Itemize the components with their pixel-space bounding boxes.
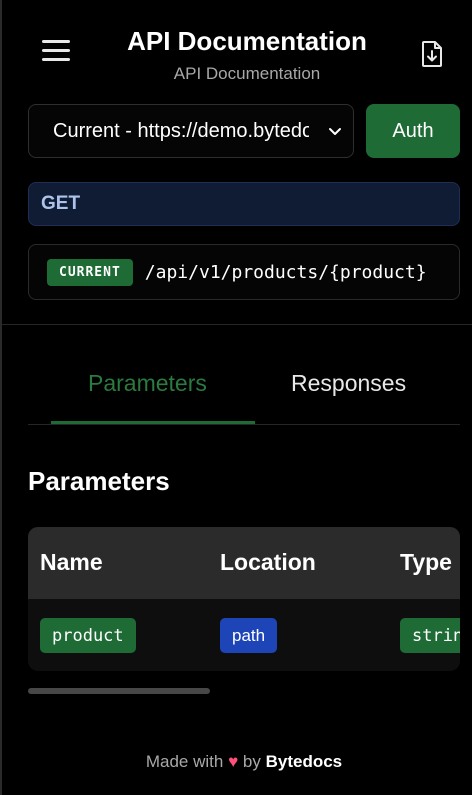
horizontal-scrollbar[interactable] [28,688,210,694]
endpoint-path: /api/v1/products/{product} [144,261,427,283]
param-name-chip: product [40,618,136,653]
footer-made-with: Made with [145,752,224,771]
auth-button[interactable]: Auth [366,104,460,158]
param-location-chip: path [220,618,278,653]
parameters-table: Name Location Type product path string [28,527,460,671]
table-row: product path string [28,599,460,671]
heart-icon: ♥ [228,752,239,771]
column-header-location: Location [220,549,316,575]
file-download-icon[interactable] [420,40,444,68]
tab-parameters[interactable]: Parameters [88,370,207,397]
parameters-heading: Parameters [28,466,170,496]
column-header-type: Type [400,549,452,575]
footer-by: by [242,752,261,771]
server-select-value: Current - https://demo.bytedocs.com [53,119,309,142]
param-type-chip: string [400,618,460,653]
server-select[interactable]: Current - https://demo.bytedocs.com [28,104,354,158]
http-method-badge: GET [28,182,460,226]
footer: Made with ♥ by Bytedocs [2,752,472,772]
header: API Documentation API Documentation [2,0,472,100]
environment-badge: CURRENT [47,258,133,286]
tab-responses[interactable]: Responses [291,370,406,397]
tab-bar: Parameters Responses [28,350,460,425]
divider [2,324,472,325]
active-tab-indicator [51,421,255,424]
page-title: API Documentation [127,26,367,56]
footer-brand: Bytedocs [265,752,343,771]
app-frame: API Documentation API Documentation Curr… [0,0,472,795]
endpoint-path-box: CURRENT /api/v1/products/{product} [28,244,460,300]
page-subtitle: API Documentation [173,64,321,83]
chevron-down-icon [327,123,343,146]
column-header-name: Name [40,549,103,575]
table-header: Name Location Type [28,527,460,599]
